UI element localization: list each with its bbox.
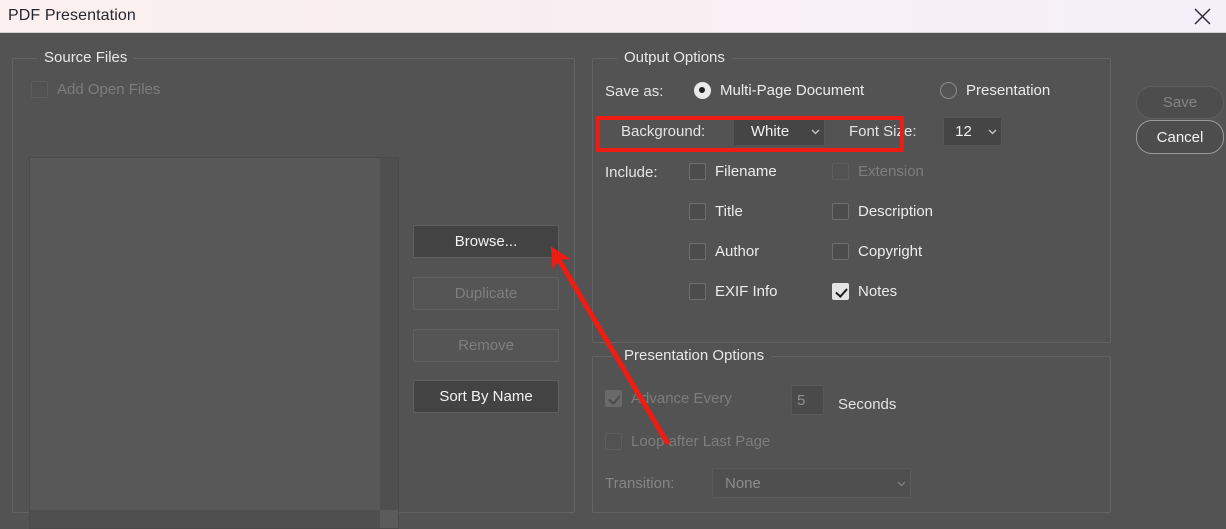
duplicate-button: Duplicate — [413, 277, 559, 310]
checkbox-icon — [31, 81, 48, 98]
include-item-label: Copyright — [858, 243, 923, 260]
chevron-down-icon — [983, 126, 1001, 137]
include-item-label: Extension — [858, 163, 924, 180]
browse-button[interactable]: Browse... — [413, 225, 559, 258]
checkbox-checked-icon — [605, 390, 622, 407]
chevron-down-icon — [806, 126, 824, 137]
save-as-option-label: Multi-Page Document — [720, 82, 865, 99]
source-files-group-title: Source Files — [37, 49, 135, 66]
presentation-options-group-title: Presentation Options — [617, 347, 772, 364]
sort-by-name-button-label: Sort By Name — [439, 388, 533, 405]
duplicate-button-label: Duplicate — [454, 285, 518, 302]
transition-dropdown-value: None — [725, 474, 761, 492]
include-notes-checkbox[interactable]: Notes — [832, 283, 897, 300]
font-size-dropdown-value: 12 — [955, 123, 972, 140]
include-author-checkbox[interactable]: Author — [689, 243, 759, 260]
output-options-group-title: Output Options — [617, 49, 732, 66]
include-item-label: Notes — [858, 283, 898, 300]
checkbox-icon — [832, 243, 849, 260]
checkbox-icon — [605, 433, 622, 450]
titlebar: PDF Presentation — [0, 0, 1226, 33]
cancel-button[interactable]: Cancel — [1136, 120, 1224, 154]
save-as-presentation-radio[interactable]: Presentation — [940, 82, 1050, 99]
loop-after-last-page-checkbox: Loop after Last Page — [605, 433, 770, 450]
chevron-down-icon — [892, 478, 910, 489]
radio-unselected-icon — [940, 82, 957, 99]
checkbox-icon — [832, 203, 849, 220]
font-size-dropdown[interactable]: 12 — [943, 117, 1002, 146]
pdf-presentation-dialog: Source Files Add Open Files Browse... Du… — [0, 33, 1226, 529]
presentation-options-group: Presentation Options Advance Every 5 Sec… — [592, 347, 1111, 513]
font-size-label: Font Size: — [849, 123, 917, 140]
transition-dropdown: None — [712, 468, 911, 498]
add-open-files-checkbox[interactable]: Add Open Files — [31, 81, 160, 98]
sort-by-name-button[interactable]: Sort By Name — [413, 380, 559, 413]
save-as-label: Save as: — [605, 83, 664, 100]
checkbox-icon — [832, 163, 849, 180]
include-item-label: Description — [858, 203, 934, 220]
source-file-list[interactable] — [29, 157, 399, 529]
include-label: Include: — [605, 164, 658, 181]
loop-after-last-page-label: Loop after Last Page — [631, 433, 771, 450]
include-item-label: Author — [715, 243, 760, 260]
save-as-option-label: Presentation — [966, 82, 1051, 99]
output-options-group: Output Options Save as: Multi-Page Docum… — [592, 49, 1111, 343]
include-description-checkbox[interactable]: Description — [832, 203, 933, 220]
save-button-label: Save — [1162, 94, 1198, 111]
advance-every-input: 5 — [791, 385, 824, 415]
include-title-checkbox[interactable]: Title — [689, 203, 743, 220]
background-dropdown[interactable]: White — [733, 117, 825, 146]
radio-selected-icon — [694, 82, 711, 99]
window-title: PDF Presentation — [8, 7, 136, 24]
add-open-files-label: Add Open Files — [57, 81, 161, 98]
close-icon — [1193, 7, 1212, 26]
browse-button-label: Browse... — [454, 233, 518, 250]
checkbox-icon — [689, 163, 706, 180]
include-extension-checkbox: Extension — [832, 163, 924, 180]
advance-every-value: 5 — [797, 391, 806, 409]
source-files-group: Source Files Add Open Files Browse... Du… — [12, 49, 575, 529]
include-copyright-checkbox[interactable]: Copyright — [832, 243, 922, 260]
checkbox-icon — [689, 243, 706, 260]
checkbox-checked-icon — [832, 283, 849, 300]
horizontal-scrollbar[interactable] — [30, 510, 382, 528]
vertical-scrollbar[interactable] — [380, 158, 398, 512]
save-as-multi-page-document-radio[interactable]: Multi-Page Document — [694, 82, 864, 99]
checkbox-icon — [689, 283, 706, 300]
include-item-label: EXIF Info — [715, 283, 778, 300]
include-exif-info-checkbox[interactable]: EXIF Info — [689, 283, 778, 300]
cancel-button-label: Cancel — [1156, 128, 1204, 146]
include-filename-checkbox[interactable]: Filename — [689, 163, 777, 180]
remove-button: Remove — [413, 329, 559, 362]
background-label: Background: — [621, 123, 706, 140]
transition-label: Transition: — [605, 475, 675, 492]
file-list-viewport[interactable] — [30, 158, 382, 512]
close-button[interactable] — [1182, 0, 1222, 33]
advance-every-checkbox: Advance Every — [605, 390, 732, 407]
save-button: Save — [1136, 86, 1224, 119]
include-item-label: Filename — [715, 163, 777, 180]
advance-every-label: Advance Every — [631, 390, 732, 407]
include-item-label: Title — [715, 203, 743, 220]
background-dropdown-value: White — [750, 123, 790, 140]
scrollbar-corner — [380, 510, 398, 528]
seconds-label: Seconds — [838, 396, 897, 413]
remove-button-label: Remove — [458, 337, 514, 354]
checkbox-icon — [689, 203, 706, 220]
